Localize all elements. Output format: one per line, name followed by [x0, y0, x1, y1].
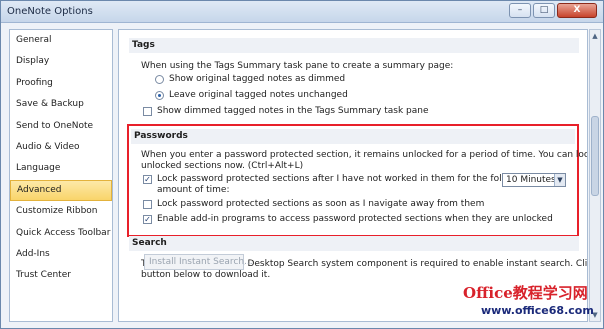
- sidebar-item-advanced[interactable]: Advanced: [10, 179, 112, 202]
- sidebar-item-add-ins[interactable]: Add-Ins: [10, 244, 112, 265]
- search-section-header: Search: [129, 236, 579, 251]
- scroll-thumb[interactable]: [591, 116, 599, 196]
- checkbox-lock-after-idle-label-line2[interactable]: amount of time:: [157, 185, 230, 195]
- passwords-intro-line1: When you enter a password protected sect…: [141, 150, 588, 160]
- lock-timeout-value: 10 Minutes: [506, 175, 556, 185]
- radio-leave-unchanged[interactable]: [155, 91, 164, 100]
- checkbox-show-dimmed-summary[interactable]: [143, 107, 152, 116]
- passwords-intro-line2: unlocked sections now. (Ctrl+Alt+L): [141, 161, 304, 171]
- sidebar-item-send-to-onenote[interactable]: Send to OneNote: [10, 116, 112, 137]
- watermark-url: www.office68.com: [481, 304, 594, 317]
- tags-section-header: Tags: [129, 38, 579, 53]
- checkbox-lock-after-idle-label-line1[interactable]: Lock password protected sections after I…: [157, 174, 531, 184]
- sidebar-item-customize-ribbon[interactable]: Customize Ribbon: [10, 201, 112, 222]
- checkbox-lock-on-navigate-label[interactable]: Lock password protected sections as soon…: [157, 199, 484, 209]
- sidebar-item-display[interactable]: Display: [10, 51, 112, 72]
- checkbox-lock-after-idle[interactable]: ✓: [143, 175, 152, 184]
- window-controls: – □ X: [509, 3, 597, 18]
- radio-show-dimmed-label[interactable]: Show original tagged notes as dimmed: [169, 74, 345, 84]
- options-sidebar: General Display Proofing Save & Backup S…: [9, 29, 113, 322]
- sidebar-item-language[interactable]: Language: [10, 158, 112, 179]
- install-instant-search-button[interactable]: Install Instant Search...: [144, 254, 253, 270]
- window-title: OneNote Options: [7, 6, 93, 17]
- title-bar: OneNote Options – □ X: [1, 1, 603, 23]
- site-watermark: Office教程学习网 www.office68.com: [423, 282, 603, 328]
- checkbox-enable-addins[interactable]: ✓: [143, 215, 152, 224]
- tags-intro-text: When using the Tags Summary task pane to…: [141, 61, 454, 71]
- close-button[interactable]: X: [557, 3, 597, 18]
- sidebar-item-general[interactable]: General: [10, 30, 112, 51]
- checkbox-lock-on-navigate[interactable]: [143, 200, 152, 209]
- checkbox-enable-addins-label[interactable]: Enable add-in programs to access passwor…: [157, 214, 553, 224]
- minimize-button[interactable]: –: [509, 3, 531, 18]
- options-content: Tags When using the Tags Summary task pa…: [118, 29, 588, 322]
- radio-leave-unchanged-label[interactable]: Leave original tagged notes unchanged: [169, 90, 348, 100]
- sidebar-item-trust-center[interactable]: Trust Center: [10, 265, 112, 286]
- sidebar-item-audio-video[interactable]: Audio & Video: [10, 137, 112, 158]
- passwords-section-header: Passwords: [131, 129, 575, 144]
- search-info-line2: button below to download it.: [141, 270, 271, 280]
- options-window: OneNote Options – □ X General Display Pr…: [0, 0, 604, 329]
- sidebar-item-proofing[interactable]: Proofing: [10, 73, 112, 94]
- chevron-down-icon[interactable]: ▼: [554, 174, 565, 186]
- sidebar-item-save-backup[interactable]: Save & Backup: [10, 94, 112, 115]
- sidebar-item-quick-access-toolbar[interactable]: Quick Access Toolbar: [10, 223, 112, 244]
- scroll-up-icon[interactable]: ▲: [590, 30, 600, 42]
- checkbox-show-dimmed-summary-label[interactable]: Show dimmed tagged notes in the Tags Sum…: [157, 106, 429, 116]
- lock-timeout-dropdown[interactable]: 10 Minutes ▼: [502, 173, 566, 187]
- content-scrollbar[interactable]: ▲ ▼: [589, 29, 601, 322]
- maximize-button[interactable]: □: [533, 3, 555, 18]
- watermark-brand: Office教程学习网: [463, 284, 588, 302]
- radio-show-dimmed[interactable]: [155, 75, 164, 84]
